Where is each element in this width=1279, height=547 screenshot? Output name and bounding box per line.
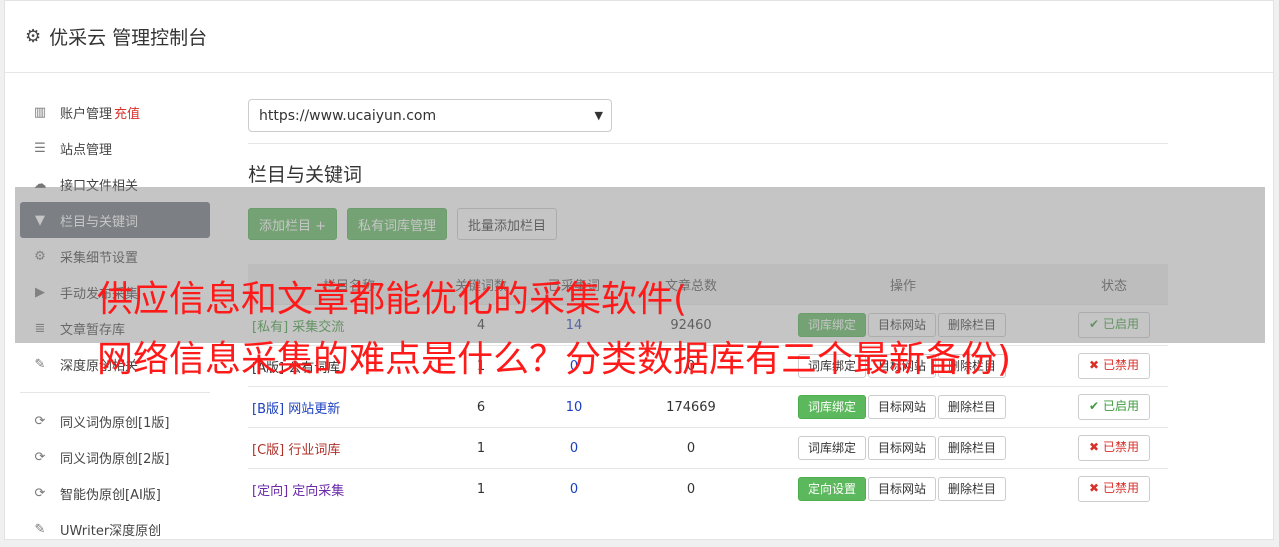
- status-cell: ✔ 已启用: [1060, 386, 1168, 428]
- keyword-count: 6: [450, 386, 512, 428]
- check-icon: ✔: [1089, 399, 1100, 413]
- column-name[interactable]: [定向] 定向采集: [248, 468, 450, 509]
- sidebar-item-label: 智能伪原创[AI版]: [60, 487, 161, 503]
- column-name[interactable]: [B版] 网站更新: [248, 386, 450, 428]
- status-label: 已禁用: [1102, 358, 1139, 372]
- keyword-count: 1: [450, 468, 512, 509]
- collected-count: 0: [512, 427, 636, 469]
- sidebar-item[interactable]: ▥ 账户管理 充值: [20, 94, 210, 130]
- delete-column-button[interactable]: 删除栏目: [938, 395, 1007, 419]
- refresh-icon: ⟳: [34, 485, 46, 501]
- bind-library-button[interactable]: 定向设置: [797, 477, 866, 501]
- table-row: [定向] 定向采集 1 0 0 定向设置 目标网站 删除栏目 ✖ 已禁用: [248, 468, 1168, 509]
- status-toggle[interactable]: ✔ 已启用: [1078, 394, 1150, 420]
- article-count: 174669: [636, 386, 746, 428]
- chevron-down-icon: ▼: [594, 109, 603, 122]
- recharge-link[interactable]: 充值: [114, 103, 140, 122]
- article-count: 0: [636, 468, 746, 509]
- sidebar-item[interactable]: ⟳ 同义词伪原创[1版]: [20, 403, 210, 439]
- main-content: https://www.ucaiyun.com ▼ 栏目与关键词 添加栏目 + …: [248, 99, 1168, 509]
- site-select[interactable]: https://www.ucaiyun.com ▼: [248, 99, 612, 132]
- sidebar-item-label: 站点管理: [60, 142, 113, 158]
- sidebar-divider: [20, 392, 210, 393]
- overlay-headline: 网络信息采集的难点是什么？分类数据库有三个最新备份): [97, 339, 1012, 380]
- bind-library-button[interactable]: 词库绑定: [797, 436, 866, 460]
- status-cell: ✖ 已禁用: [1060, 345, 1168, 387]
- column-tag: [C版]: [252, 442, 285, 458]
- actions: 词库绑定目标网站删除栏目: [746, 427, 1060, 469]
- site-select-value: https://www.ucaiyun.com: [259, 107, 437, 124]
- collected-count: 10: [512, 386, 636, 428]
- collected-count: 0: [512, 468, 636, 509]
- sidebar-item-label: 同义词伪原创[1版]: [60, 415, 170, 431]
- target-site-button[interactable]: 目标网站: [867, 477, 936, 501]
- status-cell: ✖ 已禁用: [1060, 468, 1168, 509]
- sidebar-item[interactable]: ⟳ 智能伪原创[AI版]: [20, 475, 210, 511]
- column-title: 行业词库: [288, 442, 341, 458]
- section-title: 栏目与关键词: [248, 164, 363, 186]
- divider: [248, 143, 1168, 144]
- edit-icon: ✎: [34, 521, 46, 537]
- page-header: ⚙ 优采云 管理控制台: [5, 1, 1273, 73]
- table-row: [C版] 行业词库 1 0 0 词库绑定 目标网站 删除栏目 ✖ 已禁用: [248, 427, 1168, 469]
- sidebar-item[interactable]: ✎ UWriter深度原创: [20, 511, 210, 547]
- cross-icon: ✖: [1089, 481, 1100, 495]
- bind-library-button[interactable]: 词库绑定: [797, 395, 866, 419]
- column-title: 网站更新: [288, 401, 341, 417]
- edit-icon: ✎: [34, 356, 46, 372]
- delete-column-button[interactable]: 删除栏目: [938, 436, 1007, 460]
- status-toggle[interactable]: ✖ 已禁用: [1078, 353, 1150, 379]
- sidebar-item-label: 同义词伪原创[2版]: [60, 451, 170, 467]
- target-site-button[interactable]: 目标网站: [867, 395, 936, 419]
- sidebar-item-label: UWriter深度原创: [60, 523, 162, 539]
- status-label: 已禁用: [1102, 440, 1139, 454]
- sidebar-item[interactable]: ☰ 站点管理: [20, 130, 210, 166]
- status-label: 已启用: [1102, 399, 1139, 413]
- refresh-icon: ⟳: [34, 449, 46, 465]
- refresh-icon: ⟳: [34, 413, 46, 429]
- article-count: 0: [636, 427, 746, 469]
- cross-icon: ✖: [1089, 358, 1100, 372]
- column-tag: [定向]: [252, 483, 289, 499]
- target-site-button[interactable]: 目标网站: [867, 436, 936, 460]
- page-title: 优采云 管理控制台: [49, 27, 208, 49]
- bar-chart-icon: ▥: [33, 104, 47, 120]
- column-tag: [B版]: [252, 401, 285, 417]
- status-toggle[interactable]: ✖ 已禁用: [1078, 435, 1150, 461]
- overlay-headline: 供应信息和文章都能优化的采集软件(: [97, 279, 688, 320]
- gear-icon: ⚙: [25, 26, 42, 47]
- status-cell: ✖ 已禁用: [1060, 427, 1168, 469]
- column-name[interactable]: [C版] 行业词库: [248, 427, 450, 469]
- sidebar-item-label: 账户管理: [60, 106, 113, 122]
- table-row: [B版] 网站更新 6 10 174669 词库绑定 目标网站 删除栏目 ✔ 已启用: [248, 386, 1168, 428]
- actions: 词库绑定目标网站删除栏目: [746, 386, 1060, 428]
- delete-column-button[interactable]: 删除栏目: [938, 477, 1007, 501]
- keyword-count: 1: [450, 427, 512, 469]
- cross-icon: ✖: [1089, 440, 1100, 454]
- actions: 定向设置 目标网站 删除栏目: [746, 468, 1060, 509]
- column-title: 定向采集: [292, 483, 345, 499]
- status-toggle[interactable]: ✖ 已禁用: [1078, 476, 1150, 502]
- sidebar-item[interactable]: ⟳ 同义词伪原创[2版]: [20, 439, 210, 475]
- server-icon: ☰: [34, 140, 46, 156]
- status-label: 已禁用: [1102, 481, 1139, 495]
